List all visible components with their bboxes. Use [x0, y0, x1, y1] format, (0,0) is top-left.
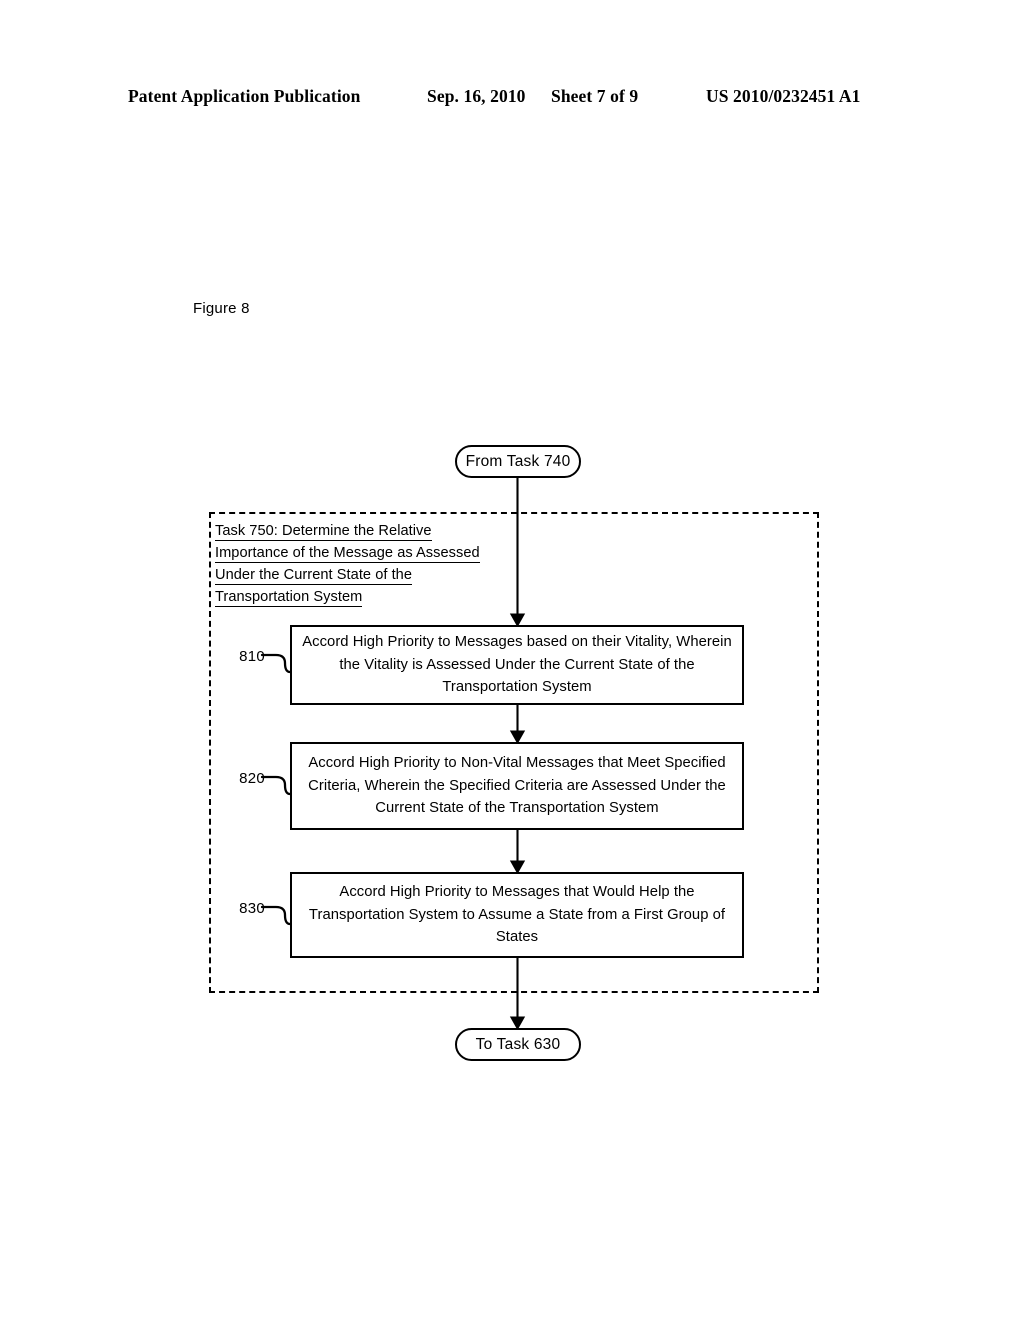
task-750-title-line-4: Transportation System [215, 589, 363, 607]
terminator-to-task-630: To Task 630 [455, 1028, 581, 1061]
task-750-title-line-2: Importance of the Message as Assessed [215, 545, 480, 563]
task-750-title-line-1: Task 750: Determine the Relative [215, 523, 432, 541]
reference-numeral-810: 810 [239, 648, 265, 665]
reference-numeral-820: 820 [239, 770, 265, 787]
reference-numeral-830: 830 [239, 900, 265, 917]
process-box-810: Accord High Priority to Messages based o… [290, 625, 744, 705]
task-750-title-line-3: Under the Current State of the [215, 567, 413, 585]
process-box-820: Accord High Priority to Non-Vital Messag… [290, 742, 744, 830]
terminator-from-task-740: From Task 740 [455, 445, 581, 478]
process-box-830: Accord High Priority to Messages that Wo… [290, 872, 744, 958]
task-750-title: Task 750: Determine the Relative Importa… [215, 520, 515, 608]
